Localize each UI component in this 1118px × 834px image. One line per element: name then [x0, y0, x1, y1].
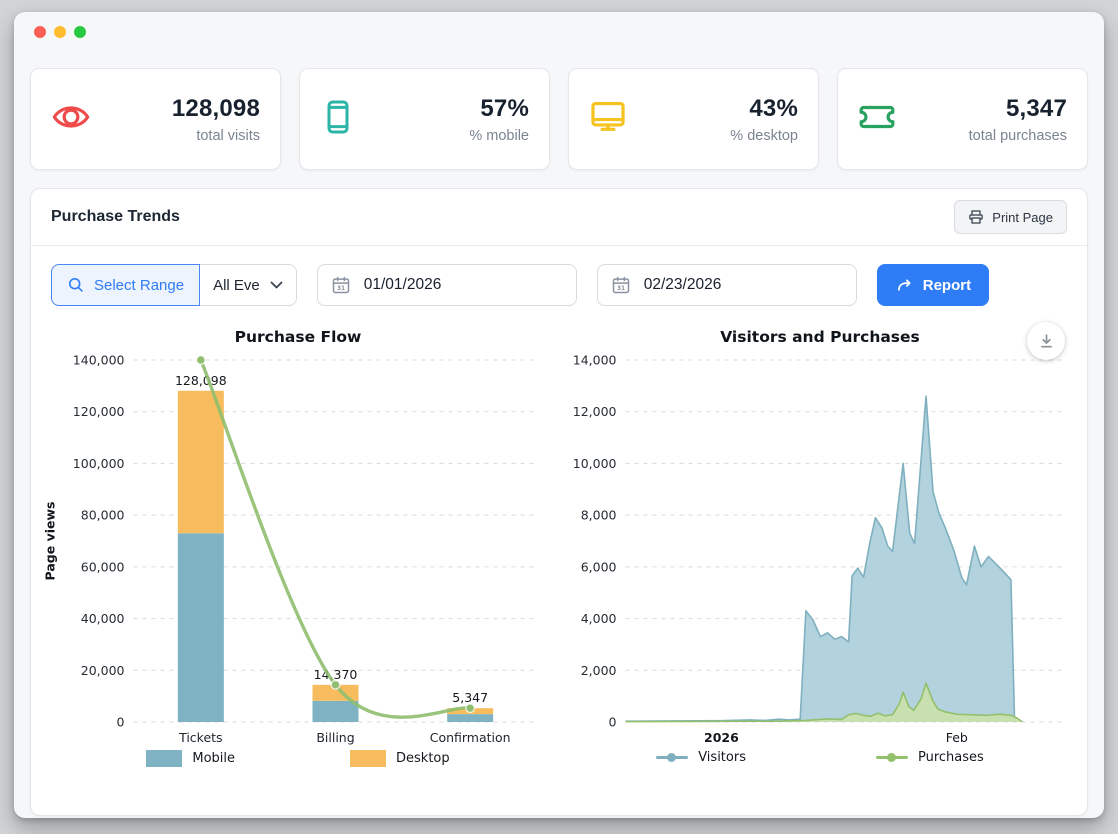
svg-text:14,370: 14,370 — [314, 667, 358, 682]
svg-text:0: 0 — [609, 715, 617, 730]
stats-row: 128,098 total visits 57% % mobile — [30, 68, 1088, 170]
chart-title: Visitors and Purchases — [559, 328, 1081, 346]
start-date-field[interactable]: 31 — [317, 264, 577, 306]
window-titlebar — [14, 12, 1104, 52]
stat-card-percent-mobile: 57% % mobile — [299, 68, 550, 170]
legend-item-mobile: Mobile — [146, 750, 235, 767]
svg-text:Tickets: Tickets — [178, 730, 223, 745]
desktop-swatch — [350, 750, 386, 767]
svg-text:12,000: 12,000 — [573, 404, 617, 419]
share-arrow-icon — [895, 276, 914, 295]
app-window: 128,098 total visits 57% % mobile — [14, 12, 1104, 818]
close-window-button[interactable] — [34, 26, 46, 38]
printer-icon — [968, 209, 984, 225]
purchase-flow-legend: Mobile Desktop — [37, 750, 559, 767]
mobile-swatch — [146, 750, 182, 767]
svg-text:60,000: 60,000 — [81, 559, 125, 574]
report-label: Report — [923, 277, 971, 294]
legend-label: Desktop — [396, 751, 450, 766]
stat-value: 43% — [730, 95, 798, 123]
print-page-button[interactable]: Print Page — [954, 200, 1067, 234]
legend-item-desktop: Desktop — [350, 750, 450, 767]
svg-text:Billing: Billing — [316, 730, 354, 745]
svg-text:5,347: 5,347 — [452, 690, 488, 705]
purchase-trends-panel: Purchase Trends Print Page — [30, 188, 1088, 816]
purchases-marker — [876, 753, 908, 762]
visitors-marker — [656, 753, 688, 762]
svg-text:14,000: 14,000 — [573, 353, 617, 368]
legend-label: Mobile — [192, 751, 235, 766]
stat-label: % mobile — [469, 128, 529, 144]
visitors-purchases-svg: 0 2,000 4,000 6,000 8,000 10,000 12,000 14,000 2… — [559, 346, 1081, 746]
page-title: Purchase Trends — [51, 208, 180, 226]
event-type-dropdown[interactable]: All Eve — [200, 264, 297, 306]
svg-text:100,000: 100,000 — [73, 456, 125, 471]
svg-text:128,098: 128,098 — [175, 373, 227, 388]
svg-text:Confirmation: Confirmation — [430, 730, 511, 745]
stat-value: 5,347 — [969, 95, 1067, 123]
svg-text:140,000: 140,000 — [73, 353, 125, 368]
svg-text:31: 31 — [617, 286, 625, 292]
eye-icon — [51, 97, 91, 142]
download-chart-button[interactable] — [1027, 322, 1065, 360]
legend-item-purchases: Purchases — [876, 750, 984, 765]
svg-text:Page views: Page views — [43, 502, 58, 581]
svg-text:0: 0 — [117, 715, 125, 730]
svg-text:Feb: Feb — [946, 730, 968, 745]
stat-value: 128,098 — [172, 95, 260, 123]
zoom-window-button[interactable] — [74, 26, 86, 38]
monitor-icon — [589, 98, 627, 141]
start-date-input[interactable] — [362, 275, 496, 295]
print-page-label: Print Page — [992, 210, 1053, 225]
svg-text:4,000: 4,000 — [581, 611, 617, 626]
visitors-purchases-legend: Visitors Purchases — [559, 750, 1081, 765]
visitors-purchases-chart: Visitors and Purchases 0 2,000 4,000 6,000 8… — [559, 320, 1081, 767]
calendar-icon: 31 — [611, 275, 631, 295]
legend-label: Visitors — [698, 750, 746, 765]
purchase-flow-chart: Purchase Flow 0 20,000 40,000 60,000 80,000 1… — [37, 320, 559, 767]
panel-header: Purchase Trends Print Page — [31, 189, 1087, 246]
svg-text:2,000: 2,000 — [581, 663, 617, 678]
stat-card-total-purchases: 5,347 total purchases — [837, 68, 1088, 170]
svg-text:6,000: 6,000 — [581, 559, 617, 574]
report-button[interactable]: Report — [877, 264, 989, 306]
page-content: 128,098 total visits 57% % mobile — [14, 52, 1104, 816]
svg-text:120,000: 120,000 — [73, 404, 125, 419]
select-range-button[interactable]: Select Range — [51, 264, 200, 306]
filter-row: Select Range All Eve 31 — [31, 246, 1087, 318]
legend-label: Purchases — [918, 750, 984, 765]
purchase-flow-svg: 0 20,000 40,000 60,000 80,000 100,000 120,000 1… — [37, 346, 559, 746]
svg-text:2026: 2026 — [704, 730, 739, 745]
calendar-icon: 31 — [331, 275, 351, 295]
svg-text:31: 31 — [337, 286, 345, 292]
stat-card-percent-desktop: 43% % desktop — [568, 68, 819, 170]
svg-text:8,000: 8,000 — [581, 508, 617, 523]
legend-item-visitors: Visitors — [656, 750, 746, 765]
stat-label: total purchases — [969, 128, 1067, 144]
end-date-input[interactable] — [642, 275, 776, 295]
chart-title: Purchase Flow — [37, 328, 559, 346]
stat-label: total visits — [172, 128, 260, 144]
minimize-window-button[interactable] — [54, 26, 66, 38]
event-type-value: All Eve — [213, 277, 260, 294]
range-filter-group: Select Range All Eve — [51, 264, 297, 306]
search-icon — [67, 276, 85, 294]
svg-text:80,000: 80,000 — [81, 508, 125, 523]
select-range-label: Select Range — [94, 277, 184, 294]
stat-card-total-visits: 128,098 total visits — [30, 68, 281, 170]
svg-text:40,000: 40,000 — [81, 611, 125, 626]
chevron-down-icon — [270, 281, 283, 290]
stat-value: 57% — [469, 95, 529, 123]
download-icon — [1037, 332, 1056, 351]
stat-label: % desktop — [730, 128, 798, 144]
svg-text:20,000: 20,000 — [81, 663, 125, 678]
end-date-field[interactable]: 31 — [597, 264, 857, 306]
smartphone-icon — [320, 99, 356, 140]
svg-text:10,000: 10,000 — [573, 456, 617, 471]
ticket-icon — [858, 98, 896, 141]
charts-row: Purchase Flow 0 20,000 40,000 60,000 80,000 1… — [31, 318, 1087, 767]
